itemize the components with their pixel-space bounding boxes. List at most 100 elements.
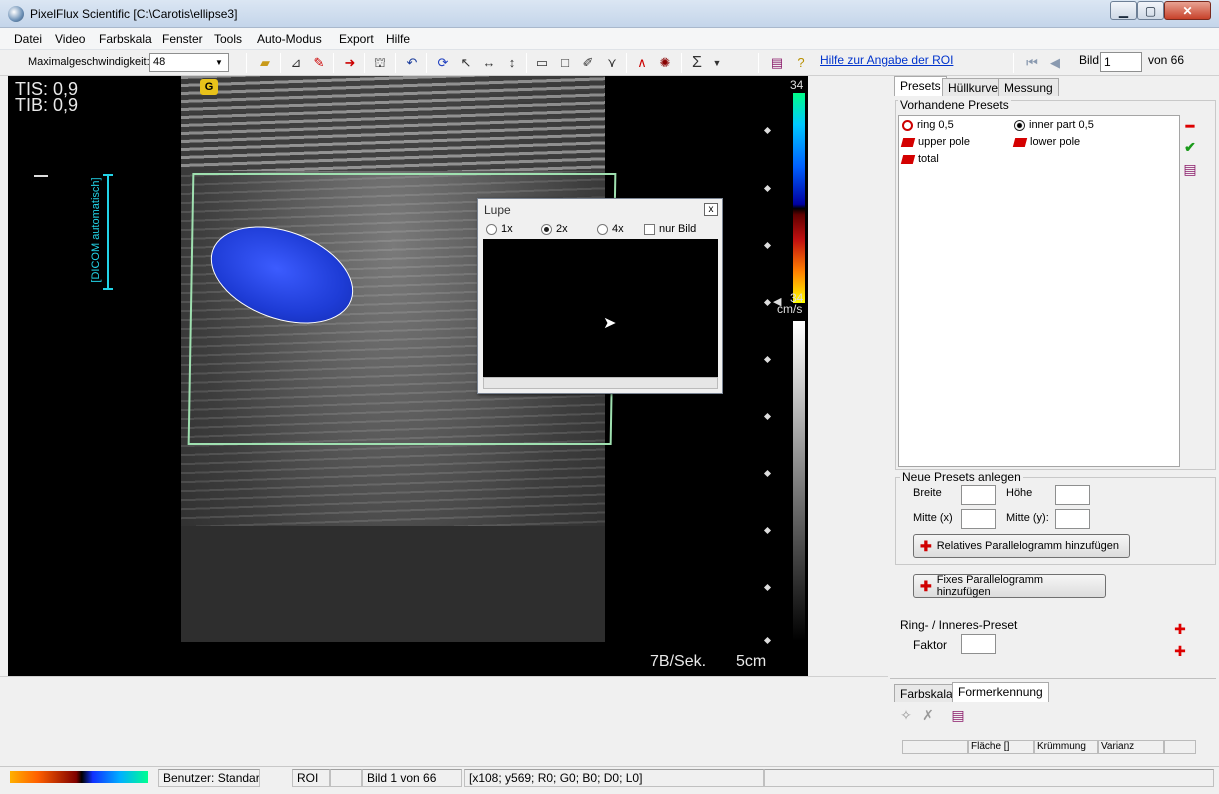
zoom-4x-option[interactable]: 4x — [597, 223, 624, 235]
only-image-label: nur Bild — [659, 223, 697, 235]
minimize-button[interactable]: ▁ — [1110, 1, 1137, 20]
help-icon[interactable]: ? — [792, 54, 810, 72]
menu-bar: Datei Video Farbskala Fenster Tools Auto… — [0, 28, 1219, 50]
add-inner-preset-icon[interactable]: ✚ — [1172, 643, 1188, 659]
status-mode: ROI — [292, 769, 330, 787]
list-item[interactable]: ring 0,5 — [902, 119, 954, 131]
toolbar-separator — [333, 53, 334, 73]
list-item[interactable]: lower pole — [1012, 136, 1080, 148]
menu-tools[interactable]: Tools — [214, 32, 242, 46]
menu-datei[interactable]: Datei — [14, 32, 42, 46]
depth-tick — [763, 469, 772, 478]
new-presets-label: Neue Presets anlegen — [900, 470, 1023, 484]
menu-hilfe[interactable]: Hilfe — [386, 32, 410, 46]
menu-video[interactable]: Video — [55, 32, 85, 46]
preset-name: upper pole — [918, 136, 970, 148]
list-item[interactable]: upper pole — [900, 136, 970, 148]
filter-icon[interactable]: ⛫ — [371, 54, 389, 72]
depth-tick — [763, 636, 772, 645]
menu-fenster[interactable]: Fenster — [162, 32, 203, 46]
tab-farbskala[interactable]: Farbskala — [894, 684, 959, 702]
parallelogram-icon — [1012, 137, 1028, 147]
chevron-down-icon: ▼ — [215, 58, 223, 67]
marker-icon[interactable]: ✎ — [310, 54, 328, 72]
ultrasound-tissue-layers — [181, 76, 605, 171]
table-header-variance[interactable]: Varianz — [1098, 740, 1164, 754]
status-empty — [330, 769, 362, 787]
maximize-button[interactable]: ▢ — [1137, 1, 1164, 20]
depth-tick — [763, 298, 772, 307]
magnifier-close-button[interactable]: x — [704, 203, 718, 216]
polygon-icon[interactable]: ⋎ — [603, 54, 621, 72]
width-field[interactable] — [961, 485, 996, 505]
book-icon[interactable]: ▤ — [768, 54, 786, 72]
factor-field[interactable] — [961, 634, 996, 654]
right-panel: Presets Hüllkurve Messung Vorhandene Pre… — [890, 76, 1216, 679]
undo-icon[interactable]: ↶ — [403, 54, 421, 72]
frame-input[interactable]: 1 — [1100, 52, 1142, 72]
first-frame-icon[interactable]: ⏮ — [1023, 54, 1041, 72]
tab-messung[interactable]: Messung — [998, 78, 1059, 96]
tab-formerkennung[interactable]: Formerkennung — [952, 682, 1049, 702]
export-arrow-icon[interactable]: ➜ — [341, 54, 359, 72]
status-frame: Bild 1 von 66 — [362, 769, 462, 787]
depth-tick — [763, 241, 772, 250]
remove-preset-icon[interactable]: ━ — [1182, 118, 1198, 134]
add-fixed-parallelogram-button[interactable]: ✚ Fixes Parallelogramm hinzufügen — [913, 574, 1106, 598]
curve-icon[interactable]: ∧ — [633, 54, 651, 72]
list-item[interactable]: inner part 0,5 — [1014, 119, 1094, 131]
close-button[interactable]: ✕ — [1164, 1, 1211, 20]
only-image-checkbox[interactable]: nur Bild — [644, 223, 696, 235]
add-ring-preset-icon[interactable]: ✚ — [1172, 621, 1188, 637]
ruler-icon[interactable]: ▭ — [533, 54, 551, 72]
tab-presets[interactable]: Presets — [894, 76, 947, 96]
menu-export[interactable]: Export — [339, 32, 374, 46]
center-y-field[interactable] — [1055, 509, 1090, 529]
shape-delete-icon[interactable]: ✗ — [920, 707, 936, 723]
horizontal-resize-icon[interactable]: ↔ — [480, 54, 498, 72]
list-item[interactable]: total — [900, 153, 939, 165]
magnifier-window[interactable]: Lupe x 1x 2x 4x nur Bild ➤ — [477, 198, 723, 394]
blob-icon[interactable]: ✺ — [656, 54, 674, 72]
preset-list[interactable]: ring 0,5 inner part 0,5 upper pole lower… — [898, 115, 1180, 467]
table-header-area[interactable]: Fläche [] — [968, 740, 1034, 754]
zoom-2x-option[interactable]: 2x — [541, 223, 568, 235]
menu-auto-modus[interactable]: Auto-Modus — [257, 32, 322, 46]
inner-preset-icon — [1014, 119, 1025, 131]
roi-help-link[interactable]: Hilfe zur Angabe der ROI — [820, 53, 953, 67]
max-speed-select[interactable]: 48 ▼ — [149, 53, 229, 72]
frame-label: Bild — [1079, 53, 1100, 67]
status-empty — [764, 769, 1214, 787]
book-icon[interactable]: ▤ — [1182, 161, 1198, 177]
table-header-curvature[interactable]: Krümmung — [1034, 740, 1098, 754]
height-field[interactable] — [1055, 485, 1090, 505]
chart-icon[interactable]: ⊿ — [287, 54, 305, 72]
refresh-icon[interactable]: ⟳ — [434, 54, 452, 72]
dash-marker — [34, 175, 48, 177]
factor-label: Faktor — [913, 638, 948, 652]
rectangle-icon[interactable]: □ — [556, 54, 574, 72]
apply-preset-icon[interactable]: ✔ — [1182, 139, 1198, 155]
previous-frame-icon[interactable]: ◀ — [1046, 54, 1064, 72]
shape-tool-icon[interactable]: ✧ — [898, 707, 914, 723]
add-relative-parallelogram-button[interactable]: ✚ Relatives Parallelogramm hinzufügen — [913, 534, 1130, 558]
vertical-resize-icon[interactable]: ↕ — [503, 54, 521, 72]
magnifier-view: ➤ — [483, 239, 718, 377]
tab-huellkurve[interactable]: Hüllkurve — [942, 78, 1005, 96]
sum-icon[interactable]: Σ — [688, 54, 706, 72]
zoom-1x-option[interactable]: 1x — [486, 223, 513, 235]
center-x-field[interactable] — [961, 509, 996, 529]
parallelogram-icon — [900, 154, 916, 164]
grayscale-bar — [793, 321, 805, 641]
select-pointer-icon[interactable]: ↖ — [457, 54, 475, 72]
preset-name: ring 0,5 — [917, 119, 954, 131]
height-label: Höhe — [1006, 487, 1033, 499]
pen-icon[interactable]: ✐ — [579, 54, 597, 72]
frame-total: von 66 — [1148, 53, 1185, 67]
menu-farbskala[interactable]: Farbskala — [99, 32, 152, 46]
depth-tick — [763, 583, 772, 592]
open-folder-icon[interactable]: ▰ — [256, 54, 274, 72]
chevron-down-icon[interactable]: ▼ — [708, 54, 726, 72]
toolbar-separator — [1013, 53, 1014, 73]
book-icon[interactable]: ▤ — [950, 707, 966, 723]
